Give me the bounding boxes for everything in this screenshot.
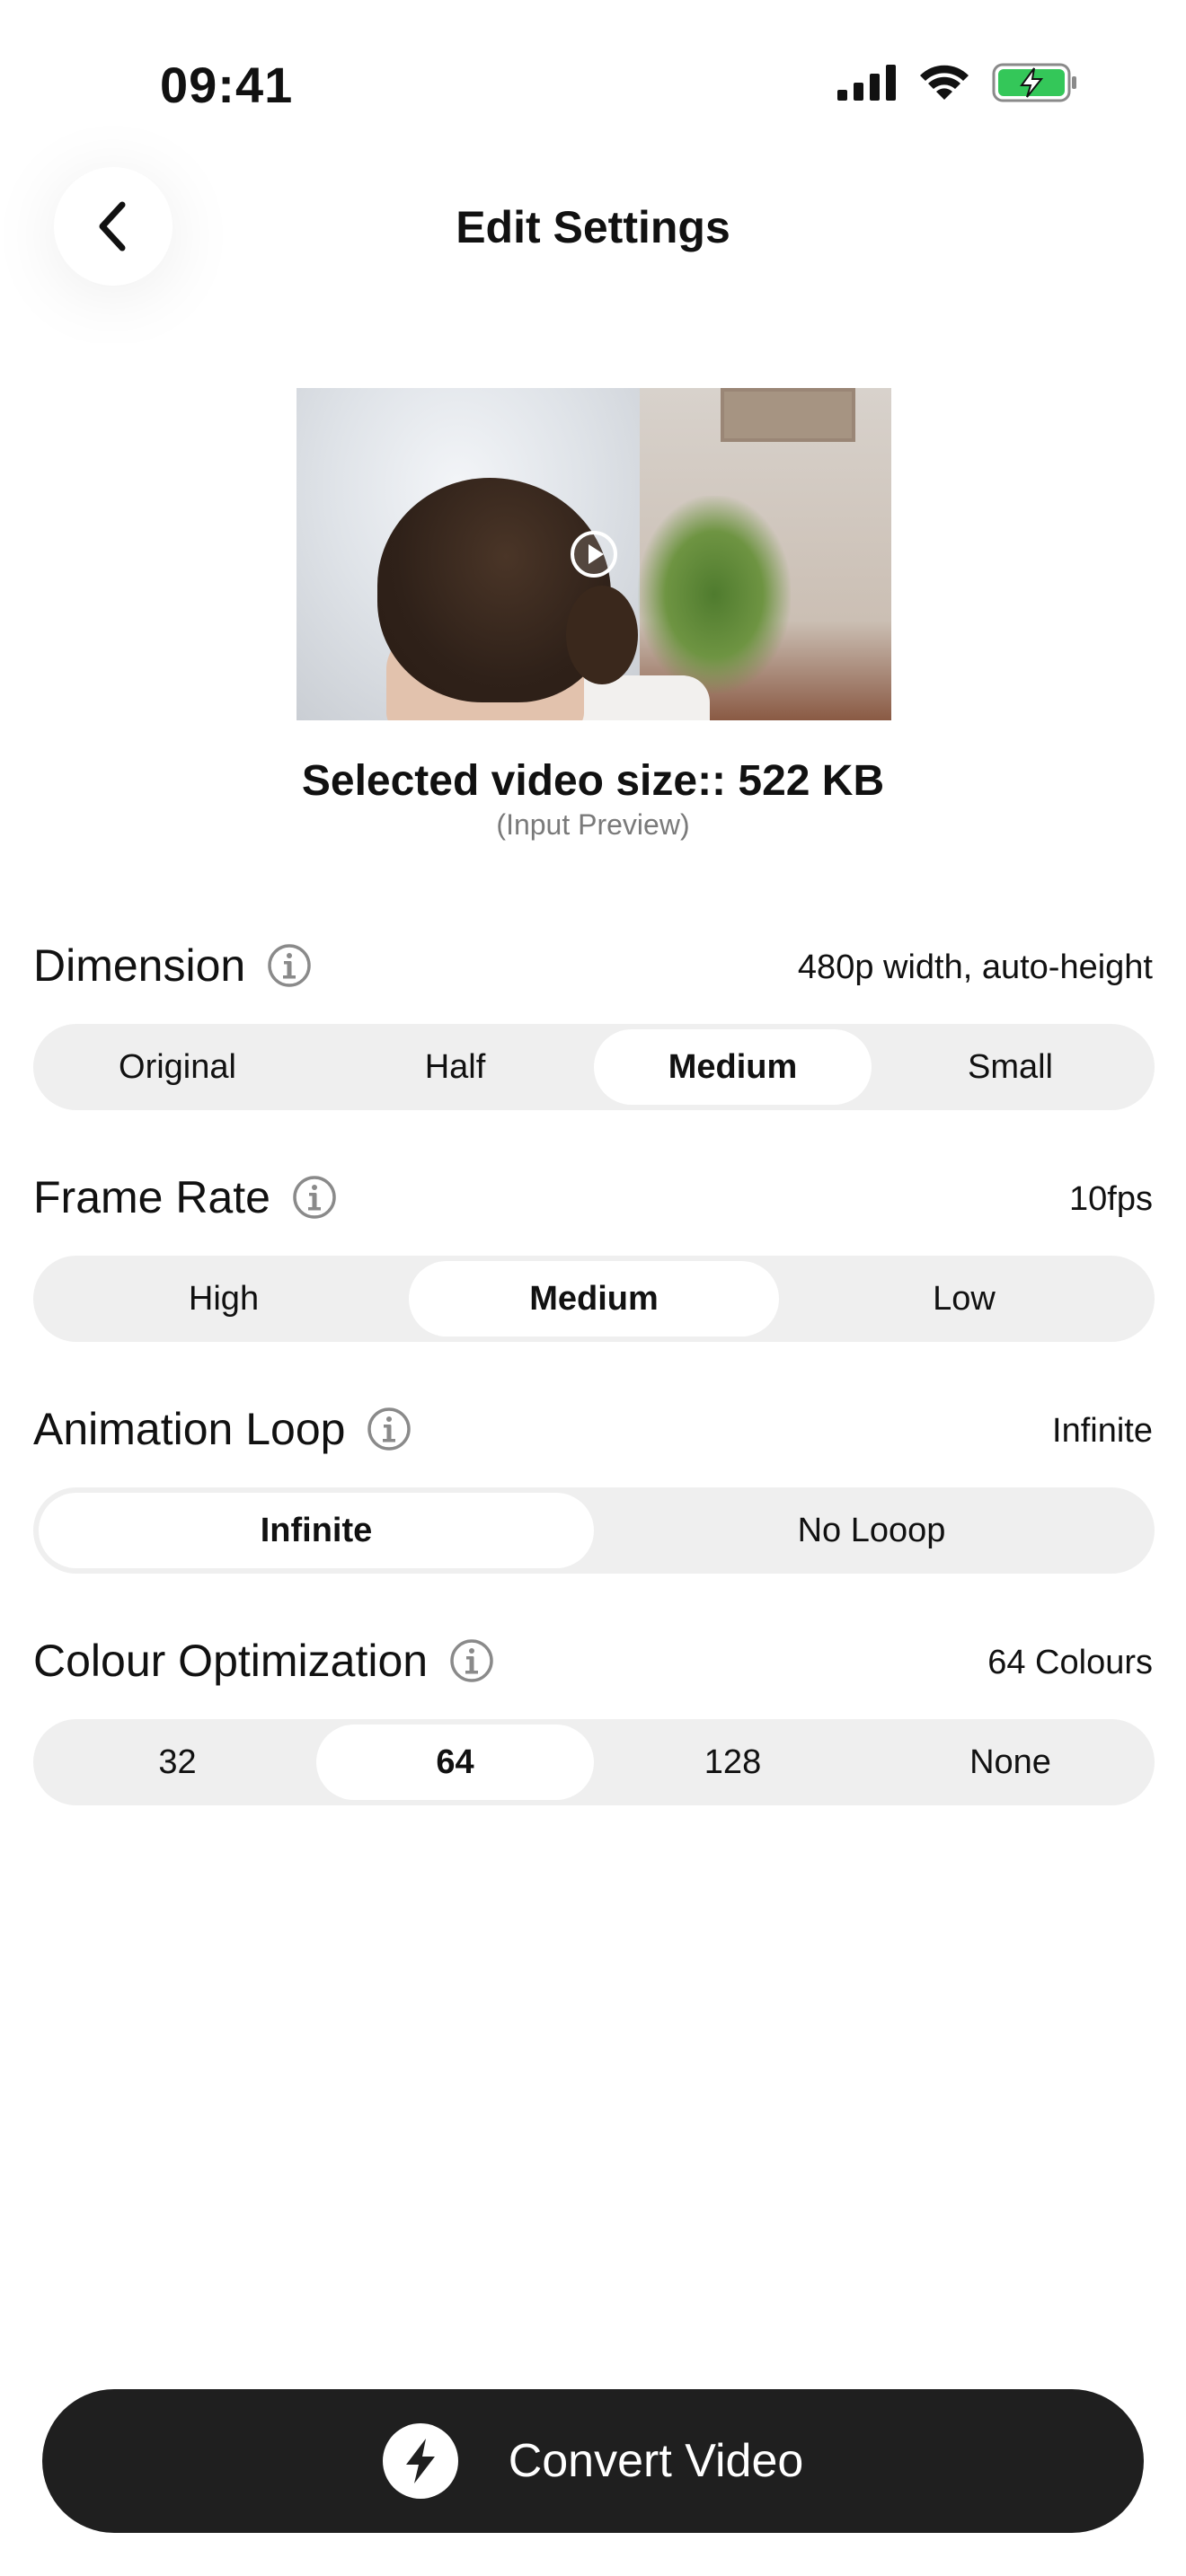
colour-optimization-label: Colour Optimization [33,1636,429,1686]
dimension-label-row: Dimension [33,940,312,992]
convert-video-label: Convert Video [508,2435,804,2487]
info-icon[interactable] [267,943,312,988]
preview-plant [638,496,791,693]
animation-loop-segmented-control: Infinite No Looop [33,1487,1155,1574]
info-icon[interactable] [449,1638,494,1683]
animation-loop-option-infinite[interactable]: Infinite [39,1493,594,1568]
frame-rate-option-high[interactable]: High [39,1261,409,1337]
dimension-value: 480p width, auto-height [797,948,1153,986]
info-icon[interactable] [367,1407,412,1451]
input-preview-caption: (Input Preview) [496,808,690,841]
dimension-option-half[interactable]: Half [316,1029,594,1105]
colour-option-128[interactable]: 128 [594,1725,872,1800]
animation-loop-option-no-loop[interactable]: No Looop [594,1493,1149,1568]
lightning-bolt-icon [405,2439,435,2483]
frame-rate-label: Frame Rate [33,1172,270,1222]
status-icons [837,63,1078,102]
colour-option-64[interactable]: 64 [316,1725,594,1800]
animation-loop-label: Animation Loop [33,1404,346,1454]
animation-loop-value: Infinite [1052,1412,1153,1450]
colour-option-32[interactable]: 32 [39,1725,316,1800]
colour-optimization-segmented-control: 32 64 128 None [33,1719,1155,1805]
colour-optimization-value: 64 Colours [987,1644,1153,1681]
info-icon[interactable] [292,1175,337,1220]
frame-rate-option-medium[interactable]: Medium [409,1261,779,1337]
dimension-segmented-control: Original Half Medium Small [33,1024,1155,1110]
dimension-option-medium[interactable]: Medium [594,1029,872,1105]
battery-charging-icon [992,63,1076,102]
frame-rate-value: 10fps [1069,1180,1153,1218]
dimension-label: Dimension [33,940,246,991]
cellular-signal-icon [837,65,896,101]
colour-optimization-label-row: Colour Optimization [33,1635,494,1687]
edit-settings-screen: 09:41 Edit Settings Selected video size:… [0,0,1186,2576]
colour-option-none[interactable]: None [872,1725,1149,1800]
preview-ponytail [566,586,638,684]
dimension-option-small[interactable]: Small [872,1029,1149,1105]
video-preview[interactable] [296,388,891,720]
dimension-option-original[interactable]: Original [39,1029,316,1105]
frame-rate-label-row: Frame Rate [33,1171,337,1223]
page-title: Edit Settings [456,202,730,252]
status-time: 09:41 [160,57,294,113]
convert-video-button[interactable]: Convert Video [42,2389,1144,2533]
selected-video-size: Selected video size:: 522 KB [301,757,885,805]
play-circle-icon[interactable] [569,529,619,579]
frame-rate-segmented-control: High Medium Low [33,1256,1155,1342]
wifi-icon [920,65,969,100]
preview-picture-frame [721,388,855,442]
bolt-badge [382,2423,458,2499]
frame-rate-option-low[interactable]: Low [779,1261,1149,1337]
animation-loop-label-row: Animation Loop [33,1403,412,1455]
